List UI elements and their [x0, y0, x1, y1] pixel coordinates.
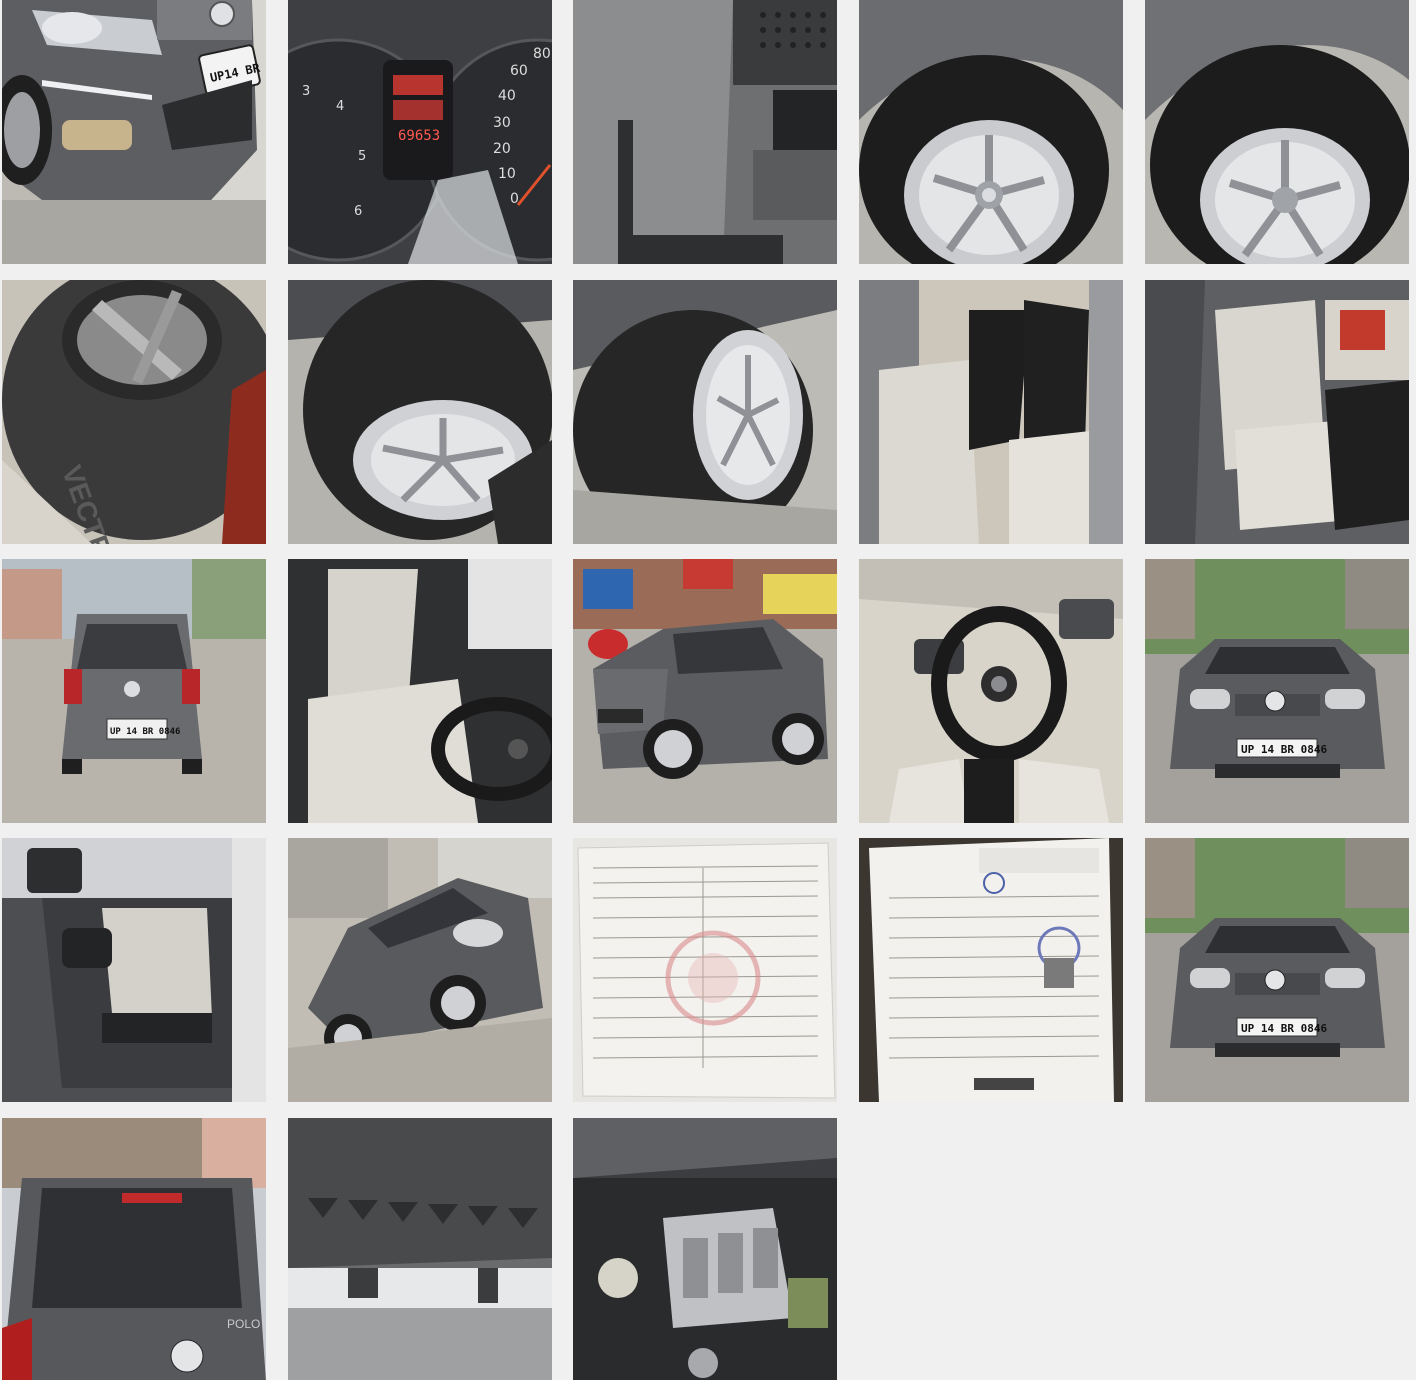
- photo-front-view[interactable]: UP 14 BR 0846: [1145, 559, 1409, 823]
- rear-closeup-vw-logo-icon: [170, 1339, 204, 1373]
- photo-rear-closeup[interactable]: POLO: [2, 1118, 266, 1380]
- odometer-readout: 69653: [398, 128, 440, 144]
- front-headlight-image: UP14 BR 0846: [2, 0, 266, 264]
- front-left-side-image: [573, 559, 837, 823]
- front-view-image: UP 14 BR 0846: [1145, 559, 1409, 823]
- front-wheel-image: [859, 0, 1123, 264]
- underbody-image: [288, 1118, 552, 1380]
- photo-front-left-headlight[interactable]: UP14 BR 0846: [2, 0, 266, 264]
- photo-front-right-angle[interactable]: [288, 838, 552, 1102]
- speed-tick-10: 10: [498, 166, 516, 182]
- front-right-angle-image: [288, 838, 552, 1102]
- speed-tick-80: 80: [533, 46, 551, 62]
- photo-underbody[interactable]: [288, 1118, 552, 1380]
- photo-rear-wheel-2[interactable]: [573, 280, 837, 544]
- front-seats-image: [859, 280, 1123, 544]
- photo-dashboard-steering[interactable]: [859, 559, 1123, 823]
- photo-front-seats[interactable]: [859, 280, 1123, 544]
- vw-hub-logo-icon: [982, 188, 996, 202]
- rear-wheel-image: [288, 280, 552, 544]
- rear-vw-logo-icon: [124, 681, 140, 697]
- photo-gallery-grid: UP14 BR 0846 69653 3 4 5 6 60 80 40 30: [0, 0, 1416, 1380]
- speed-tick-20: 20: [493, 141, 511, 157]
- spare-wheel-image: VECTRA: [2, 280, 266, 544]
- photo-dashboard-cluster[interactable]: 69653 3 4 5 6 60 80 40 30 20 10 0: [288, 0, 552, 264]
- photo-registration-certificate[interactable]: [573, 838, 837, 1102]
- front-wheel-closeup-image: [1145, 0, 1409, 264]
- insurance-certificate-image: [859, 838, 1123, 1102]
- photo-underbody-panel[interactable]: [573, 0, 837, 264]
- tach-tick-5: 5: [358, 149, 366, 164]
- photo-rear-seats[interactable]: [1145, 280, 1409, 544]
- front-vw-logo-icon: [1264, 690, 1286, 712]
- speed-tick-60: 60: [510, 63, 528, 79]
- tach-tick-4: 4: [336, 99, 344, 114]
- photo-driver-seat[interactable]: [288, 559, 552, 823]
- rear-view-image: UP 14 BR 0846: [2, 559, 266, 823]
- photo-rear-wheel-1[interactable]: [288, 280, 552, 544]
- front-plate-text-2: UP 14 BR 0846: [1241, 1022, 1327, 1035]
- dashboard-steering-image: [859, 559, 1123, 823]
- engine-bay-image: [573, 1118, 837, 1380]
- front-plate-text-1: UP 14 BR 0846: [1241, 743, 1327, 756]
- rear-seats-image: [1145, 280, 1409, 544]
- speed-tick-40: 40: [498, 88, 516, 104]
- speed-tick-30: 30: [493, 115, 511, 131]
- registration-certificate-image: [573, 838, 837, 1102]
- dashboard-cluster-image: 69653 3 4 5 6 60 80 40 30 20 10 0: [288, 0, 552, 264]
- rear-model-badge: POLO: [227, 1317, 260, 1331]
- photo-engine-bay[interactable]: [573, 1118, 837, 1380]
- front-vw-logo-icon-2: [1264, 969, 1286, 991]
- photo-door-panel[interactable]: [2, 838, 266, 1102]
- photo-front-left-side[interactable]: [573, 559, 837, 823]
- rear-wheel-angle-image: [573, 280, 837, 544]
- photo-front-view-2[interactable]: UP 14 BR 0846: [1145, 838, 1409, 1102]
- driver-seat-image: [288, 559, 552, 823]
- front-view-duplicate-image: UP 14 BR 0846: [1145, 838, 1409, 1102]
- rear-plate-text: UP 14 BR 0846: [110, 727, 180, 737]
- photo-spare-wheel[interactable]: VECTRA: [2, 280, 266, 544]
- photo-front-wheel-1[interactable]: [859, 0, 1123, 264]
- tach-tick-3: 3: [302, 84, 310, 99]
- photo-insurance-certificate[interactable]: [859, 838, 1123, 1102]
- photo-rear-view[interactable]: UP 14 BR 0846: [2, 559, 266, 823]
- underbody-panel-image: [573, 0, 837, 264]
- photo-front-wheel-2[interactable]: [1145, 0, 1409, 264]
- door-panel-image: [2, 838, 266, 1102]
- tach-tick-6: 6: [354, 204, 362, 219]
- rear-closeup-image: POLO: [2, 1118, 266, 1380]
